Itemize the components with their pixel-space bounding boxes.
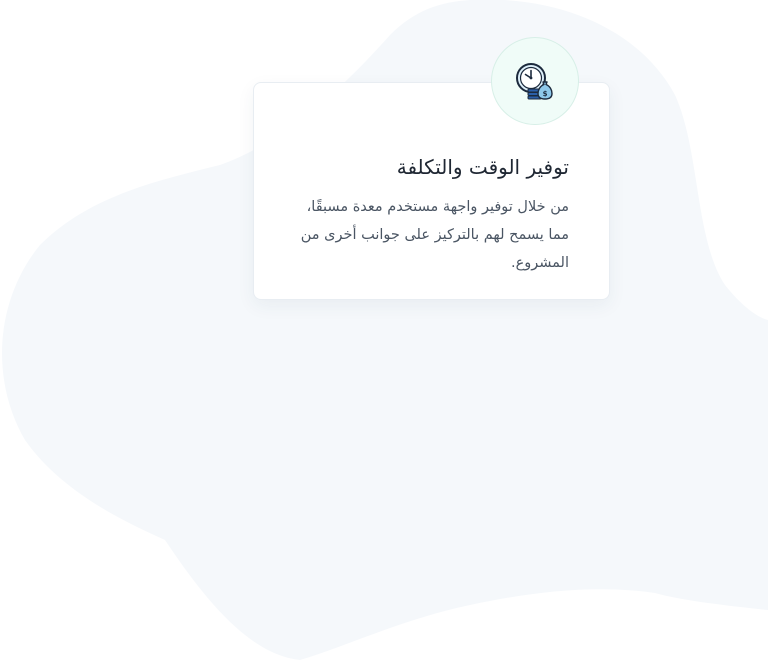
feature-card-title: توفير الوقت والتكلفة: [396, 155, 569, 179]
feature-icon-circle: $: [491, 37, 579, 125]
time-money-icon: $: [516, 63, 553, 100]
page-background: توفير الوقت والتكلفة من خلال توفير واجهة…: [0, 0, 768, 665]
feature-card-description: من خلال توفير واجهة مستخدم معدة مسبقًا، …: [300, 199, 569, 271]
svg-text:$: $: [543, 90, 548, 98]
